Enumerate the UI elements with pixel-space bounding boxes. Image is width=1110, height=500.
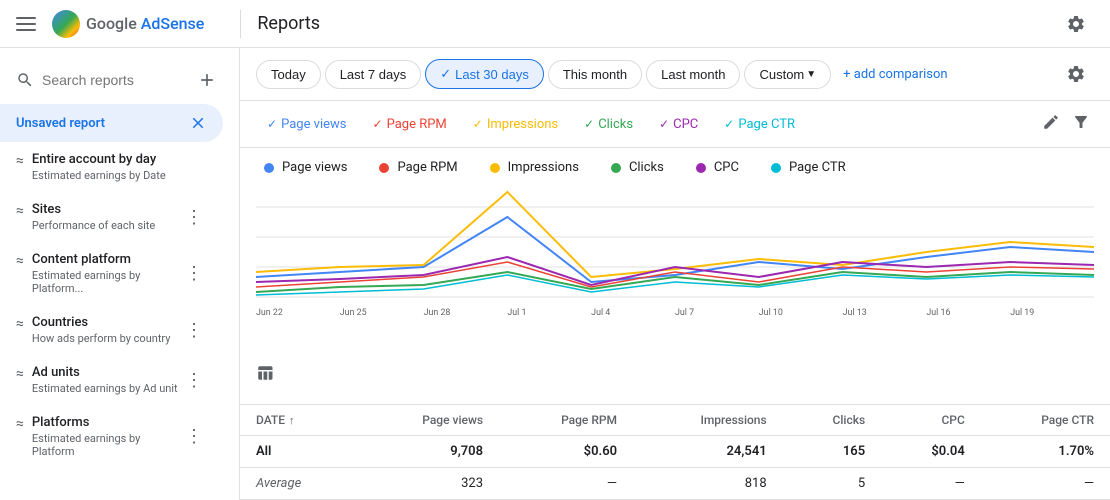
settings-icon — [1066, 14, 1086, 34]
th-page-rpm[interactable]: Page RPM — [499, 405, 633, 436]
add-report-button[interactable] — [191, 64, 223, 96]
today-button[interactable]: Today — [256, 60, 321, 89]
svg-text:Jul 16: Jul 16 — [926, 308, 950, 317]
report-icon: ≈ — [16, 153, 24, 169]
main-content: Today Last 7 days ✓ Last 30 days This mo… — [240, 48, 1110, 500]
th-page-ctr[interactable]: Page CTR — [981, 405, 1110, 436]
chart-settings-button[interactable] — [1058, 56, 1094, 92]
more-options-button[interactable]: ⋮ — [181, 368, 207, 393]
table-icon — [256, 364, 274, 382]
logo-icon — [52, 10, 80, 38]
chart-legend: Page views Page RPM Impressions Clicks C… — [240, 148, 1110, 187]
more-options-button[interactable]: ⋮ — [181, 261, 207, 286]
report-icon: ≈ — [16, 253, 24, 269]
settings-button[interactable] — [1058, 6, 1094, 42]
last-month-button[interactable]: Last month — [646, 60, 740, 89]
legend-clicks: Clicks — [611, 160, 664, 175]
svg-text:Jun 25: Jun 25 — [340, 308, 367, 317]
close-icon[interactable] — [189, 114, 207, 132]
svg-text:Jul 4: Jul 4 — [591, 308, 610, 317]
legend-page-views: Page views — [264, 160, 347, 175]
th-date: DATE ↑ — [240, 405, 358, 436]
tab-page-ctr[interactable]: ✓ Page CTR — [713, 112, 806, 137]
legend-page-rpm: Page RPM — [379, 160, 457, 175]
table-row: Average 323 — 818 5 — — — [240, 468, 1110, 500]
report-icon: ≈ — [16, 416, 24, 432]
th-impressions[interactable]: Impressions — [633, 405, 783, 436]
main-layout: Unsaved report ≈ Entire account by day E… — [0, 48, 1110, 500]
line-chart: Jun 22 Jun 25 Jun 28 Jul 1 Jul 4 Jul 7 J… — [240, 187, 1110, 404]
page-title: Reports — [257, 13, 320, 34]
edit-icon — [1042, 113, 1060, 131]
table-view-button[interactable] — [256, 364, 274, 386]
svg-text:Jun 22: Jun 22 — [256, 308, 283, 317]
unsaved-report-item[interactable]: Unsaved report — [0, 104, 223, 142]
tab-clicks[interactable]: ✓ Clicks — [573, 112, 644, 137]
logo: Google AdSense — [52, 10, 204, 38]
logo-text: Google AdSense — [86, 14, 204, 33]
list-item[interactable]: ≈ Platforms Estimated earnings by Platfo… — [0, 405, 223, 468]
legend-page-ctr: Page CTR — [771, 160, 846, 175]
this-month-button[interactable]: This month — [548, 60, 642, 89]
search-input[interactable] — [42, 72, 182, 88]
more-options-button[interactable]: ⋮ — [181, 205, 207, 230]
list-item[interactable]: ≈ Ad units Estimated earnings by Ad unit… — [0, 355, 223, 405]
tab-page-views[interactable]: ✓ Page views — [256, 112, 358, 137]
svg-text:Jul 10: Jul 10 — [759, 308, 783, 317]
report-icon: ≈ — [16, 203, 24, 219]
legend-cpc: CPC — [696, 160, 739, 175]
hamburger-menu[interactable] — [16, 12, 40, 36]
more-options-button[interactable]: ⋮ — [181, 318, 207, 343]
chart-svg: Jun 22 Jun 25 Jun 28 Jul 1 Jul 4 Jul 7 J… — [256, 187, 1094, 317]
svg-text:Jul 7: Jul 7 — [675, 308, 694, 317]
add-icon — [197, 70, 217, 90]
list-item[interactable]: ≈ Entire account by day Estimated earnin… — [0, 142, 223, 192]
list-item[interactable]: ≈ Sites Performance of each site ⋮ — [0, 192, 223, 242]
th-cpc[interactable]: CPC — [881, 405, 981, 436]
legend-impressions: Impressions — [490, 160, 579, 175]
th-clicks[interactable]: Clicks — [783, 405, 881, 436]
navbar-divider — [240, 10, 241, 38]
svg-text:Jul 1: Jul 1 — [507, 308, 526, 317]
sidebar: Unsaved report ≈ Entire account by day E… — [0, 48, 240, 500]
table-row: All 9,708 $0.60 24,541 165 $0.04 1.70% — [240, 436, 1110, 468]
report-icon: ≈ — [16, 316, 24, 332]
custom-button[interactable]: Custom ▼ — [744, 60, 831, 89]
svg-text:Jul 13: Jul 13 — [843, 308, 867, 317]
last-30-days-button[interactable]: ✓ Last 30 days — [425, 59, 544, 89]
more-options-button[interactable]: ⋮ — [181, 424, 207, 449]
unsaved-report-label: Unsaved report — [16, 116, 105, 131]
list-item[interactable]: ≈ Content platform Estimated earnings by… — [0, 242, 223, 305]
edit-metrics-button[interactable] — [1038, 109, 1064, 139]
th-page-views[interactable]: Page views — [358, 405, 499, 436]
add-comparison-button[interactable]: + add comparison — [843, 67, 947, 82]
last-7-days-button[interactable]: Last 7 days — [325, 60, 422, 89]
tab-impressions[interactable]: ✓ Impressions — [462, 112, 569, 137]
metric-tabs: ✓ Page views ✓ Page RPM ✓ Impressions ✓ … — [240, 101, 1110, 148]
report-icon: ≈ — [16, 366, 24, 382]
settings-icon — [1066, 64, 1086, 84]
svg-text:Jun 28: Jun 28 — [424, 308, 451, 317]
tab-page-rpm[interactable]: ✓ Page RPM — [362, 112, 458, 137]
svg-text:Jul 19: Jul 19 — [1010, 308, 1034, 317]
search-icon — [16, 71, 34, 89]
search-bar — [0, 56, 239, 104]
filter-metrics-button[interactable] — [1068, 109, 1094, 139]
data-table: DATE ↑ Page views Page RPM Impressions C… — [240, 404, 1110, 500]
chart-area: Page views Page RPM Impressions Clicks C… — [240, 148, 1110, 500]
filter-icon — [1072, 113, 1090, 131]
navbar: Google AdSense Reports — [0, 0, 1110, 48]
filter-bar: Today Last 7 days ✓ Last 30 days This mo… — [240, 48, 1110, 101]
list-item[interactable]: ≈ Countries How ads perform by country ⋮ — [0, 305, 223, 355]
tab-cpc[interactable]: ✓ CPC — [648, 112, 709, 137]
